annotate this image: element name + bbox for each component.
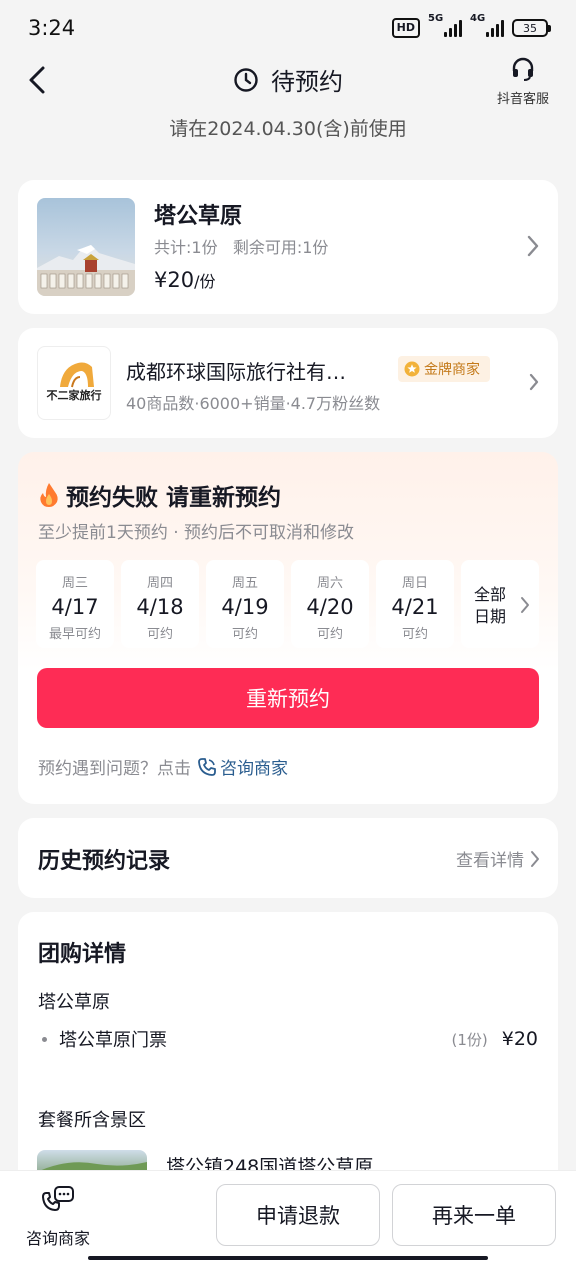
date-day: 4/19 (221, 595, 269, 619)
date-option[interactable]: 周日 4/21 可约 (376, 560, 454, 648)
help-text: 预约遇到问题？点击 (38, 759, 191, 779)
date-day: 4/17 (51, 595, 99, 619)
date-day: 4/21 (391, 595, 439, 619)
request-refund-button[interactable]: 申请退款 (216, 1184, 380, 1246)
chevron-right-icon (529, 373, 539, 391)
detail-item-name: 塔公草原门票 (59, 1030, 167, 1051)
date-weekday: 周五 (231, 576, 258, 591)
date-status: 可约 (231, 627, 258, 642)
date-day: 4/18 (136, 595, 184, 619)
gold-merchant-badge: 金牌商家 (398, 356, 490, 382)
price-value: ¥20 (154, 268, 195, 292)
merchant-stats: 40商品数·6000+销量·4.7万粉丝数 (126, 394, 381, 413)
booking-rules-text: 至少提前1天预约 · 预约后不可取消和修改 (38, 523, 355, 543)
fire-icon (40, 483, 58, 507)
header: 待预约 抖音客服 (0, 56, 576, 107)
chat-phone-icon (42, 1186, 74, 1211)
phone-icon (198, 757, 216, 776)
customer-service-button[interactable]: 抖音客服 (494, 56, 552, 107)
booking-failed-text: 预约失败 请重新预约 (66, 485, 282, 511)
status-icons: HD 5G 4G 35 (391, 13, 551, 38)
booking-card: 预约失败 请重新预约 至少提前1天预约 · 预约后不可取消和修改 周三 4/17… (18, 452, 558, 804)
consult-merchant-link[interactable]: 咨询商家 (197, 754, 288, 779)
history-title: 历史预约记录 (38, 849, 171, 874)
signal-4g-icon: 4G (470, 13, 504, 37)
bottom-action-bar: 咨询商家 申请退款 再来一单 (0, 1170, 576, 1256)
product-thumbnail (37, 198, 135, 296)
detail-item: 塔公草原门票 (1份) ¥20 (38, 1026, 538, 1052)
signal-5g-icon: 5G (428, 13, 462, 37)
customer-service-label: 抖音客服 (496, 92, 549, 107)
battery-level: 35 (523, 21, 537, 35)
view-details-link[interactable]: 查看详情 (456, 846, 540, 871)
consult-merchant-label: 咨询商家 (25, 1229, 90, 1248)
status-bar: 3:24 HD 5G 4G 35 (0, 0, 576, 56)
detail-item-qty: (1份) (451, 1030, 488, 1049)
product-name: 塔公草原 (154, 204, 243, 229)
date-weekday: 周三 (61, 576, 88, 591)
date-weekday: 周六 (316, 576, 343, 591)
chevron-right-icon (531, 850, 539, 867)
all-dates-button[interactable]: 全部日期 (461, 560, 539, 648)
date-option[interactable]: 周六 4/20 可约 (291, 560, 369, 648)
chevron-right-icon (521, 597, 529, 613)
page-title: 待预约 (271, 68, 343, 96)
status-time: 3:24 (28, 16, 76, 40)
date-status: 可约 (146, 627, 173, 642)
detail-item-price: ¥20 (501, 1028, 538, 1050)
history-card[interactable]: 历史预约记录 查看详情 (18, 818, 558, 898)
all-dates-label: 全部日期 (474, 585, 507, 626)
booking-failed-title: 预约失败 请重新预约 (38, 478, 281, 512)
date-option[interactable]: 周三 4/17 最早可约 (36, 560, 114, 648)
detail-title: 团购详情 (38, 942, 127, 967)
product-card[interactable]: 塔公草原 共计:1份 剩余可用:1份 ¥20/份 (18, 180, 558, 314)
merchant-logo-text: 不二家旅行 (46, 389, 102, 402)
help-row: 预约遇到问题？点击 咨询商家 (38, 754, 288, 779)
merchant-logo: 不二家旅行 (37, 346, 111, 420)
title-wrap: 待预约 (0, 62, 576, 97)
star-icon (404, 361, 420, 377)
date-weekday: 周四 (146, 576, 173, 591)
price-unit: /份 (194, 272, 216, 291)
merchant-name: 成都环球国际旅行社有… (126, 360, 346, 384)
clock-icon (234, 67, 258, 92)
date-weekday: 周日 (401, 576, 428, 591)
chevron-right-icon (527, 235, 539, 257)
product-count: 共计:1份 剩余可用:1份 (154, 238, 329, 257)
rebook-button[interactable]: 重新预约 (37, 668, 539, 728)
merchant-card[interactable]: 不二家旅行 成都环球国际旅行社有… 金牌商家 40商品数·6000+销量·4.7… (18, 328, 558, 438)
headset-icon (512, 57, 534, 81)
home-indicator[interactable] (0, 1256, 576, 1280)
group-buy-detail-card: 团购详情 塔公草原 塔公草原门票 (1份) ¥20 套餐所含景区 塔公镇248国… (18, 912, 558, 1202)
scenic-title: 套餐所含景区 (38, 1110, 146, 1131)
gold-merchant-label: 金牌商家 (424, 362, 480, 378)
product-price: ¥20/份 (154, 268, 216, 292)
consult-merchant-label: 咨询商家 (220, 759, 288, 779)
date-status: 可约 (401, 627, 428, 642)
hd-badge: HD (391, 18, 420, 38)
date-option[interactable]: 周四 4/18 可约 (121, 560, 199, 648)
date-picker-row: 周三 4/17 最早可约 周四 4/18 可约 周五 4/19 可约 周六 4/… (36, 560, 539, 648)
reorder-button[interactable]: 再来一单 (392, 1184, 556, 1246)
date-status: 最早可约 (48, 627, 101, 642)
bullet-icon (42, 1036, 47, 1042)
valid-until-text: 请在2024.04.30(含)前使用 (169, 118, 407, 140)
detail-section-title: 塔公草原 (38, 992, 110, 1013)
battery-icon: 35 (512, 19, 551, 37)
date-day: 4/20 (306, 595, 354, 619)
date-status: 可约 (316, 627, 343, 642)
date-option[interactable]: 周五 4/19 可约 (206, 560, 284, 648)
consult-merchant-button[interactable]: 咨询商家 (18, 1185, 98, 1249)
view-details-label: 查看详情 (456, 851, 524, 871)
